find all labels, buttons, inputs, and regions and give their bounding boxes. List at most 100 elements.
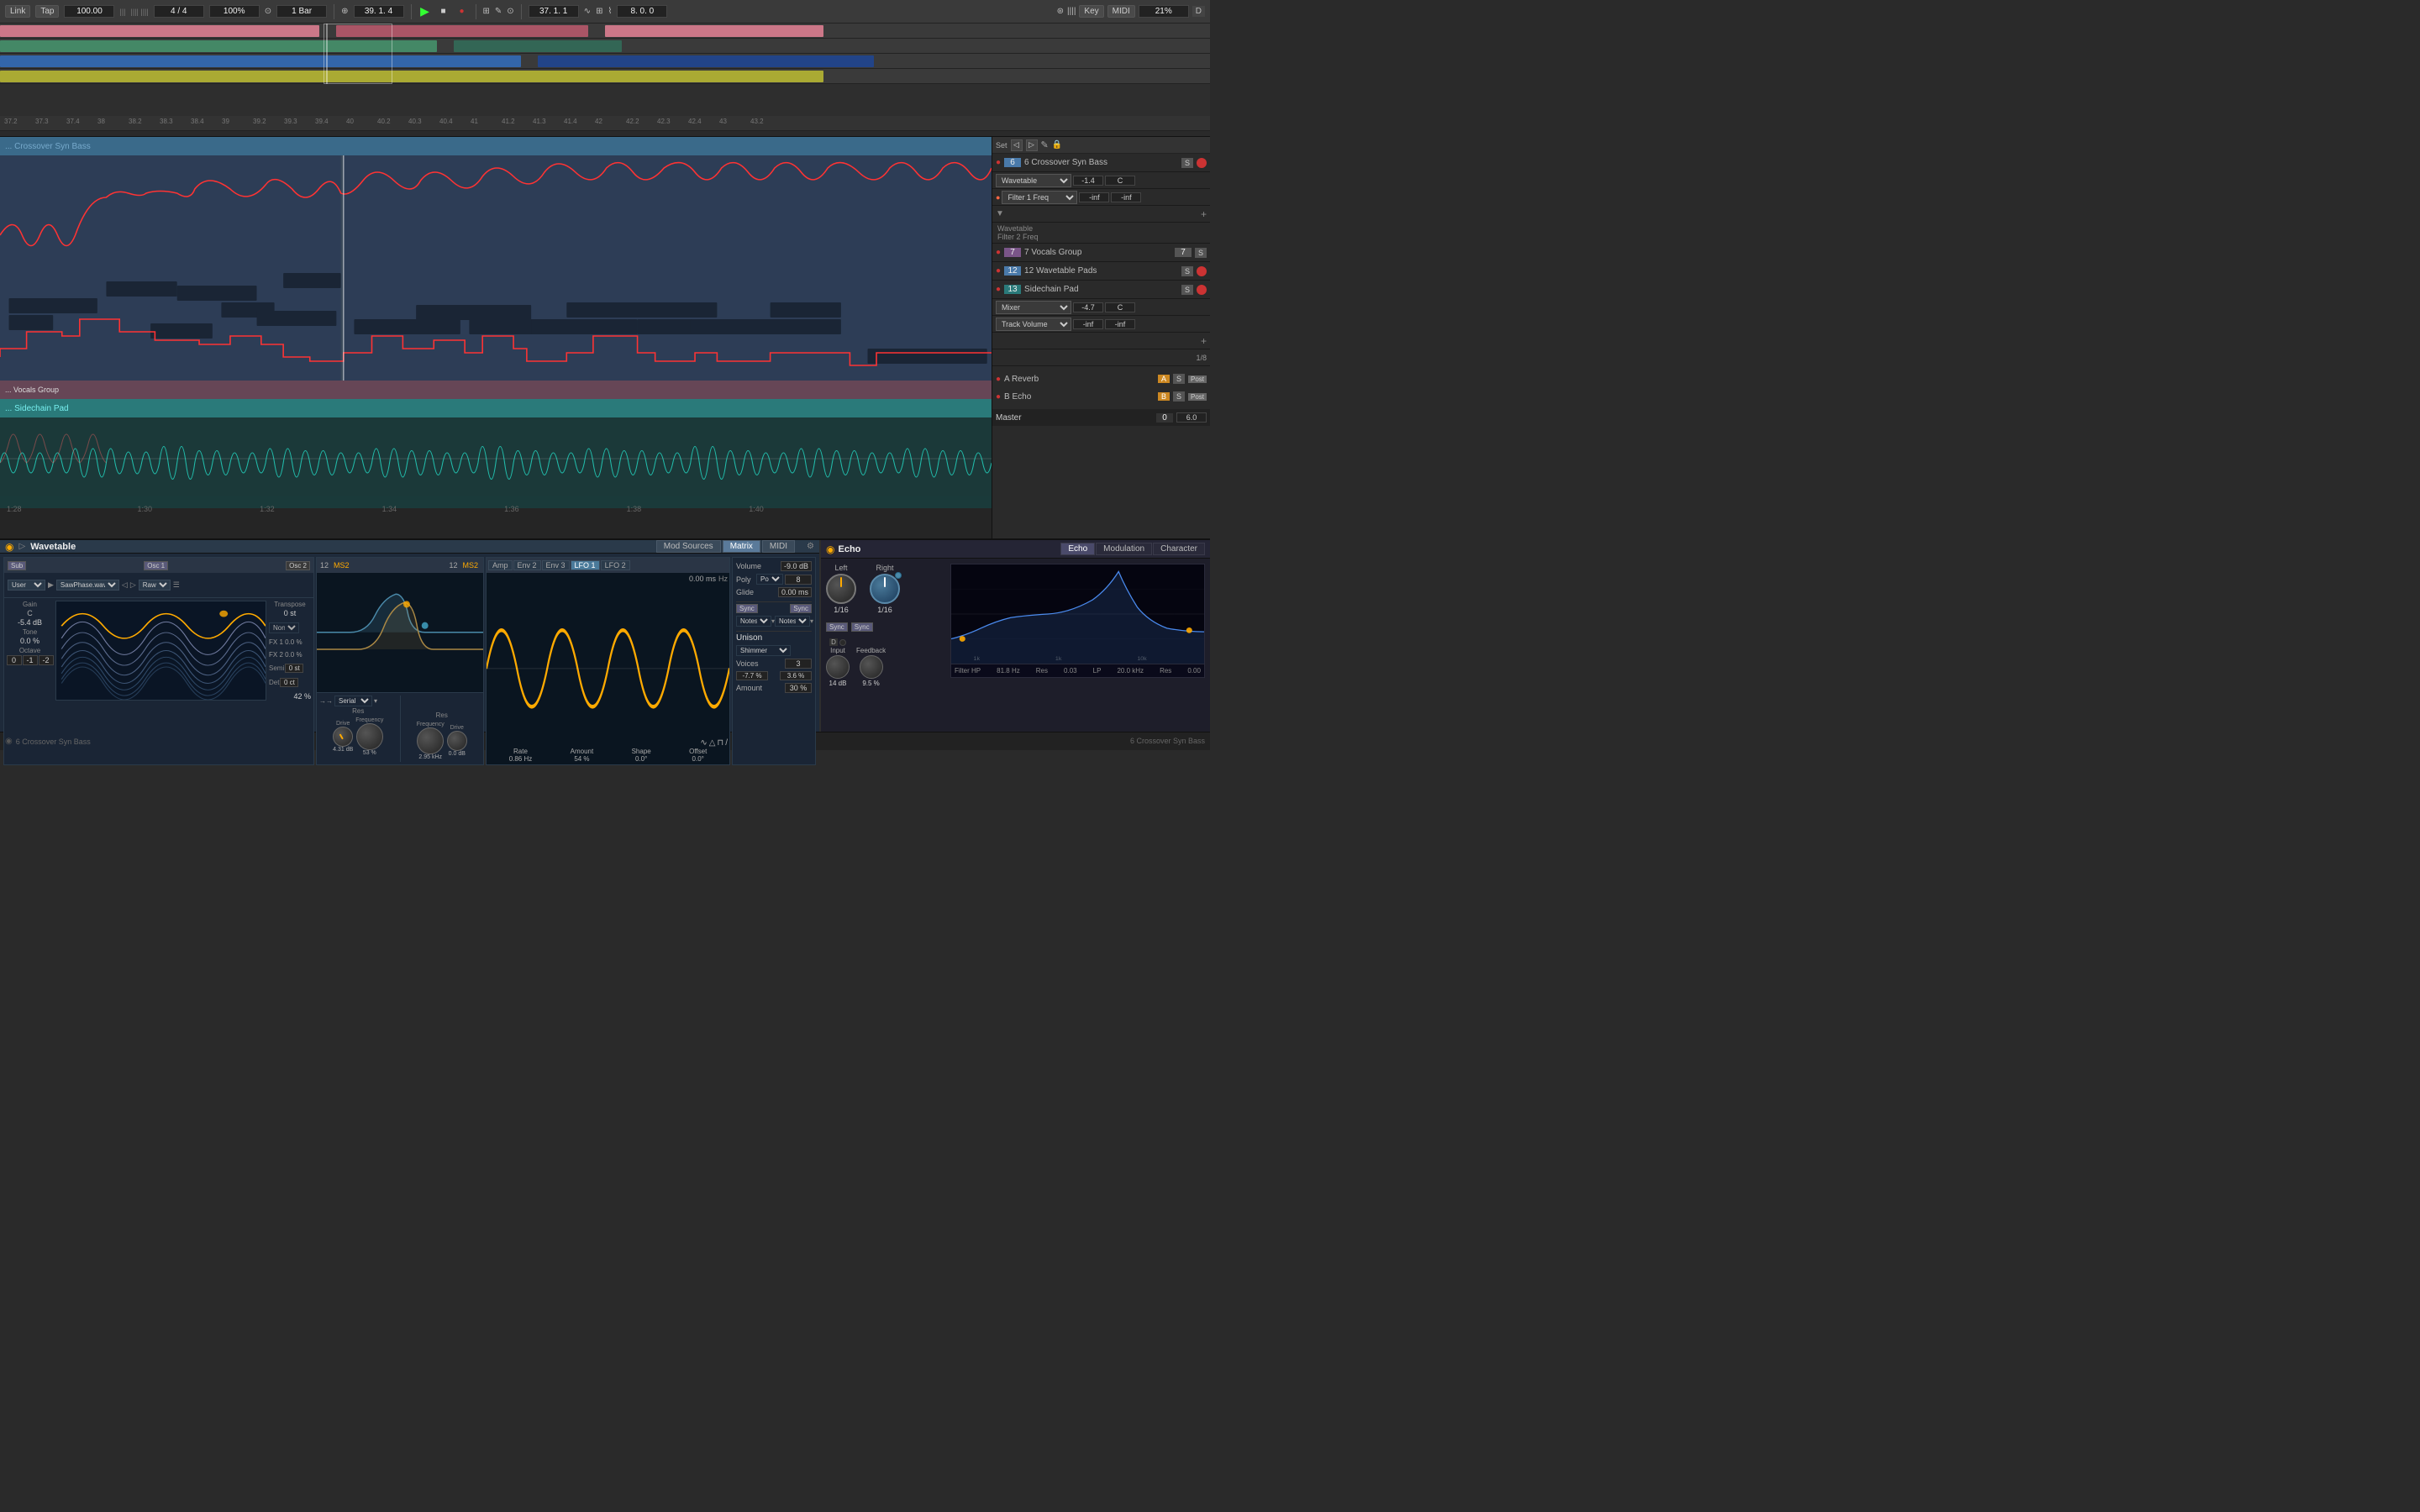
return-b-led[interactable]: ● (996, 392, 1001, 402)
bass-clip-area[interactable] (0, 155, 992, 381)
lp-res-val[interactable]: 0.00 (1187, 667, 1201, 675)
add-icon2[interactable]: + (1201, 208, 1207, 220)
d-button[interactable]: D (1192, 6, 1205, 17)
semi-val[interactable]: 0 st (285, 664, 303, 673)
sync-btn-2[interactable]: Sync (790, 604, 812, 613)
osc2-btn[interactable]: Osc 2 (286, 561, 310, 570)
record-button[interactable]: ● (455, 5, 469, 18)
hp-val[interactable]: 81.8 Hz (997, 667, 1020, 675)
freq2-val-display[interactable]: 2.95 kHz (418, 754, 442, 760)
track-volume-dropdown[interactable]: Track Volume (996, 318, 1071, 331)
poly-select[interactable]: Poly (756, 574, 783, 585)
lfo2-tab[interactable]: LFO 2 (601, 560, 630, 570)
device-s-btn-7[interactable]: S (1195, 248, 1207, 258)
filter1-val2[interactable]: -inf (1111, 192, 1141, 202)
eq-display[interactable]: 1k 1k 10k (950, 564, 1205, 664)
device-record-btn-13[interactable] (1197, 285, 1207, 295)
loop-button[interactable]: ⊞ (483, 7, 490, 16)
oct-val[interactable]: 0 (7, 655, 22, 665)
device-led-13[interactable]: ● (996, 285, 1001, 294)
sub-btn[interactable]: Sub (8, 561, 26, 570)
lfo-shape-val[interactable]: 0.0° (635, 755, 647, 763)
mixer-val[interactable]: -4.7 (1073, 302, 1103, 312)
link-button[interactable]: Link (5, 5, 30, 18)
unison-pct2[interactable]: 3.6 % (780, 671, 812, 680)
drive1-knob[interactable] (333, 727, 353, 747)
return-b-letter[interactable]: B (1158, 392, 1170, 401)
pencil-icon2[interactable]: ✎ (1041, 139, 1049, 150)
wt-val1[interactable]: -1.4 (1073, 176, 1103, 186)
return-b-post[interactable]: Post (1188, 393, 1207, 401)
next-wt-btn[interactable]: ▷ (130, 580, 136, 590)
osc1-btn[interactable]: Osc 1 (144, 561, 168, 570)
lfo-shape-tri[interactable]: △ (709, 738, 716, 748)
feedback-val[interactable]: 9.5 % (862, 680, 879, 687)
sidechain-clip-area[interactable] (0, 417, 992, 508)
tab-matrix[interactable]: Matrix (723, 540, 760, 553)
position-display[interactable]: 39. 1. 4 (354, 5, 404, 18)
mixer-val2[interactable]: C (1105, 302, 1135, 312)
device-led-7[interactable]: ● (996, 248, 1001, 257)
return-a-post[interactable]: Post (1188, 375, 1207, 383)
glide-val[interactable]: 0.00 ms (778, 587, 812, 597)
device-led-12[interactable]: ● (996, 266, 1001, 276)
wt-osc-display[interactable] (55, 601, 266, 701)
env3-tab[interactable]: Env 3 (542, 560, 570, 570)
freq1-val-display[interactable]: 4.31 dB (333, 747, 353, 753)
mode-select[interactable]: Raw (139, 580, 171, 591)
serial-down[interactable]: ▾ (374, 697, 377, 705)
oct-val2[interactable]: -1 (23, 655, 38, 665)
transpose-val[interactable]: 0 st (284, 609, 297, 617)
right-knob[interactable] (870, 574, 900, 604)
lfo-shape-ramp[interactable]: / (725, 738, 728, 748)
unison-mode-select[interactable]: Shimmer (736, 645, 791, 656)
device-s-btn-12[interactable]: S (1181, 266, 1193, 276)
vol-val[interactable]: 42 % (269, 692, 311, 701)
return-a-s[interactable]: S (1173, 374, 1185, 384)
lfo-amount-val[interactable]: 54 % (574, 755, 589, 763)
lfo-offset-val[interactable]: 0.0° (692, 755, 704, 763)
play-button[interactable]: ▶ (418, 5, 432, 18)
prev-wt-btn[interactable]: ◁ (122, 580, 128, 590)
lock-icon[interactable]: 🔒 (1052, 140, 1062, 150)
wt-val2[interactable]: C (1105, 176, 1135, 186)
echo-power-btn[interactable]: ◉ (826, 543, 834, 555)
add-icon[interactable]: ⊕ (341, 7, 348, 16)
drive2-val-display[interactable]: 0.0 dB (449, 751, 466, 757)
input-knob[interactable] (826, 655, 850, 679)
empty-track-area[interactable]: 1:28 1:30 1:32 1:34 1:36 1:38 1:40 (0, 508, 992, 538)
wt-list-icon[interactable]: ☰ (173, 580, 180, 590)
filter-led[interactable]: ● (996, 193, 1000, 202)
arrangement-overview[interactable] (0, 24, 1210, 116)
drive2-knob[interactable] (447, 731, 467, 751)
device-record-btn-12[interactable] (1197, 266, 1207, 276)
time-sig-display[interactable]: 4 / 4 (154, 5, 204, 18)
input-phase-btn[interactable] (839, 639, 846, 646)
down-arrow-icon[interactable]: ▼ (996, 209, 1004, 218)
freq2-knob[interactable] (417, 727, 444, 754)
mixer-dropdown[interactable]: Mixer (996, 301, 1071, 314)
left-knob[interactable] (826, 574, 856, 604)
nav-right-btn[interactable]: ▷ (1026, 139, 1038, 151)
cursor-icon[interactable]: ⊙ (507, 7, 513, 16)
device-record-btn-6[interactable] (1197, 158, 1207, 168)
wavetable-file-select[interactable]: SawPhase.wav (56, 580, 119, 591)
return-a-letter[interactable]: A (1158, 375, 1170, 383)
amp-tab[interactable]: Amp (488, 560, 513, 570)
echo-tab-char[interactable]: Character (1153, 543, 1205, 555)
echo-tab-mod[interactable]: Modulation (1096, 543, 1152, 555)
feedback-knob[interactable] (860, 655, 883, 679)
return-a-led[interactable]: ● (996, 375, 1001, 384)
device-s-btn-13[interactable]: S (1181, 285, 1193, 295)
tab-midi[interactable]: MIDI (762, 540, 795, 553)
volume-val[interactable]: -9.0 dB (781, 561, 812, 571)
input-val[interactable]: 14 dB (829, 680, 847, 687)
wt-nav-icon[interactable]: ▷ (18, 542, 25, 551)
notes-select-1[interactable]: Notes (736, 616, 771, 627)
env2-tab[interactable]: Env 2 (513, 560, 541, 570)
tab-mod-sources[interactable]: Mod Sources (656, 540, 721, 553)
echo-sync-btn-2[interactable]: Sync (851, 622, 873, 632)
return-b-s[interactable]: S (1173, 391, 1185, 402)
lfo-shape-sq[interactable]: ⊓ (717, 738, 723, 748)
device-s-btn-6[interactable]: S (1181, 158, 1193, 168)
